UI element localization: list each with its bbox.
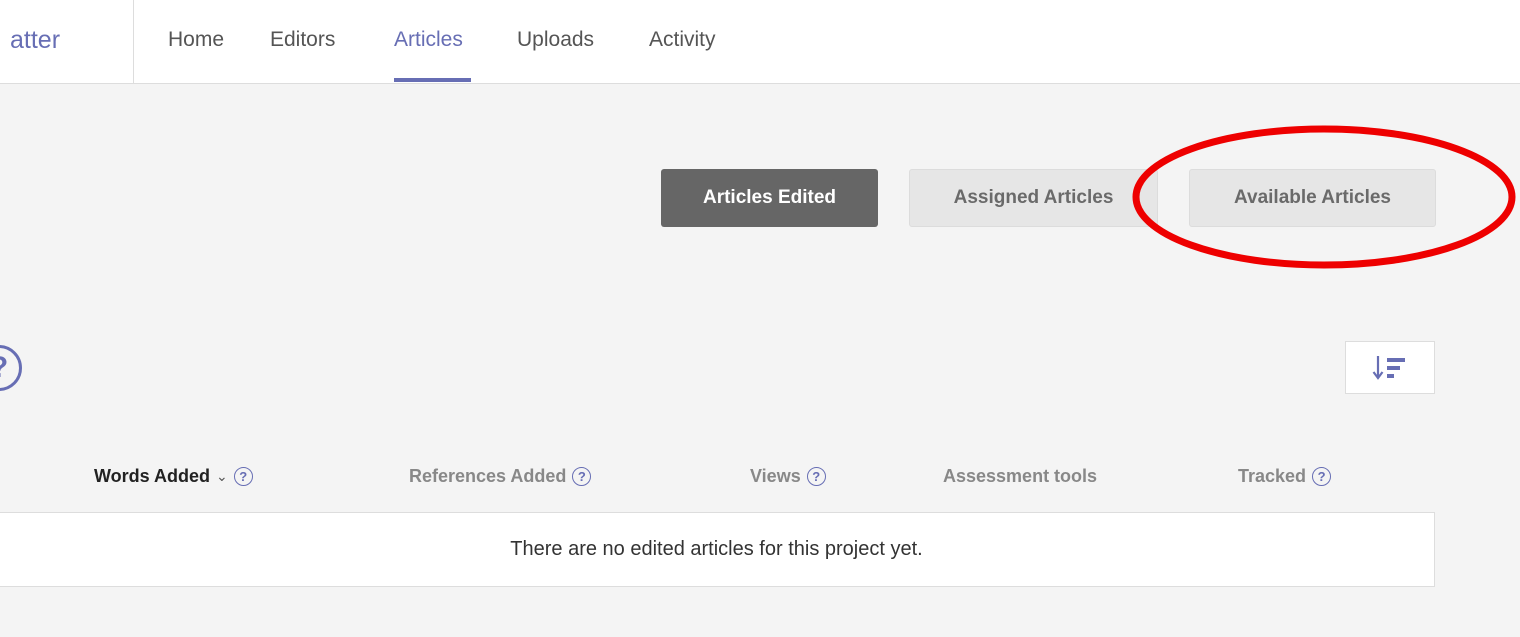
help-icon[interactable]: ? bbox=[806, 467, 826, 486]
assigned-articles-button[interactable]: Assigned Articles bbox=[909, 169, 1158, 227]
help-icon[interactable]: ? bbox=[0, 345, 22, 391]
empty-table-message: There are no edited articles for this pr… bbox=[0, 512, 1435, 587]
column-header-tracked[interactable]: Tracked ? bbox=[1238, 466, 1332, 487]
sort-descending-icon bbox=[1372, 355, 1405, 380]
nav-editors[interactable]: Editors bbox=[270, 28, 335, 52]
help-icon[interactable]: ? bbox=[572, 467, 592, 486]
sort-button[interactable] bbox=[1345, 341, 1435, 394]
nav-active-underline bbox=[394, 78, 471, 82]
top-navigation-bar: atter Home Editors Articles Uploads Acti… bbox=[0, 0, 1520, 84]
column-label: Views bbox=[750, 466, 801, 486]
nav-home[interactable]: Home bbox=[168, 28, 224, 52]
nav-activity[interactable]: Activity bbox=[649, 28, 716, 52]
column-label: Tracked bbox=[1238, 466, 1307, 486]
column-label: References Added bbox=[409, 466, 567, 486]
column-header-words-added[interactable]: Words Added ⌄ ? bbox=[94, 466, 253, 487]
column-header-views[interactable]: Views ? bbox=[750, 466, 826, 487]
nav-uploads[interactable]: Uploads bbox=[517, 28, 594, 52]
column-label: Assessment tools bbox=[943, 466, 1098, 486]
brand-divider bbox=[133, 0, 134, 84]
available-articles-button[interactable]: Available Articles bbox=[1189, 169, 1436, 227]
column-header-assessment-tools: Assessment tools bbox=[943, 466, 1097, 487]
nav-articles[interactable]: Articles bbox=[394, 28, 463, 52]
chevron-down-icon: ⌄ bbox=[216, 468, 228, 484]
help-icon[interactable]: ? bbox=[1312, 467, 1332, 486]
brand-name[interactable]: atter bbox=[10, 26, 60, 55]
help-icon[interactable]: ? bbox=[233, 467, 253, 486]
articles-edited-button[interactable]: Articles Edited bbox=[661, 169, 878, 227]
column-label: Words Added bbox=[94, 466, 210, 486]
column-header-references-added[interactable]: References Added ? bbox=[409, 466, 592, 487]
